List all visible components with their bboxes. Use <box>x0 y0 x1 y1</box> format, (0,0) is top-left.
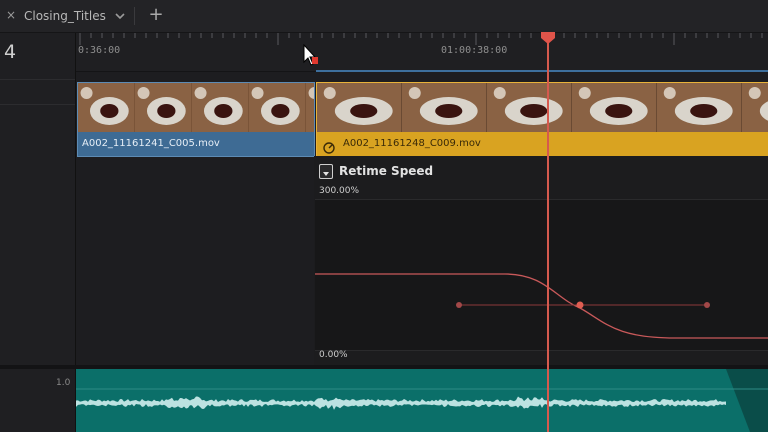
ruler-timecode: 0:36:00 <box>78 45 121 56</box>
retime-curve <box>315 273 768 339</box>
clip-thumbnails <box>317 83 768 132</box>
track-divider <box>0 104 75 105</box>
ruler-timecode: 01:00:38:00 <box>441 45 508 56</box>
track-empty-area <box>76 162 314 366</box>
clip-name: A002_11161241_C005.mov <box>82 138 220 149</box>
track-number: 4 <box>4 41 17 63</box>
clip-thumbnails <box>78 83 314 132</box>
timeline-tab-title[interactable]: Closing_Titles <box>24 9 106 23</box>
retime-min-label: 0.00% <box>319 350 348 360</box>
chevron-down-icon[interactable] <box>114 8 126 22</box>
track-divider <box>0 79 75 80</box>
retime-max-label: 300.00% <box>319 186 360 196</box>
retime-speed-icon <box>323 139 335 154</box>
tab-divider <box>134 7 135 25</box>
video-clip-selected[interactable]: A002_11161248_C009.mov <box>316 82 768 157</box>
audio-clip[interactable] <box>76 369 768 432</box>
bezier-handle-left <box>456 302 462 308</box>
close-icon[interactable]: × <box>4 8 18 22</box>
clip-name: A002_11161248_C009.mov <box>343 138 481 149</box>
timeline-ruler[interactable] <box>76 33 768 72</box>
audio-level-label: 1.0 <box>56 378 71 388</box>
plus-icon[interactable]: + <box>147 4 165 26</box>
retime-dropdown-toggle[interactable] <box>319 164 333 179</box>
playhead-handle[interactable] <box>540 30 556 44</box>
mouse-cursor-icon <box>303 43 319 70</box>
bezier-handle-right <box>704 302 710 308</box>
retime-keyframe <box>576 301 584 309</box>
retime-curve-graph[interactable] <box>315 199 768 351</box>
video-clip[interactable]: A002_11161241_C005.mov <box>77 82 315 157</box>
retime-title: Retime Speed <box>339 164 434 178</box>
playhead-line[interactable] <box>547 40 549 432</box>
